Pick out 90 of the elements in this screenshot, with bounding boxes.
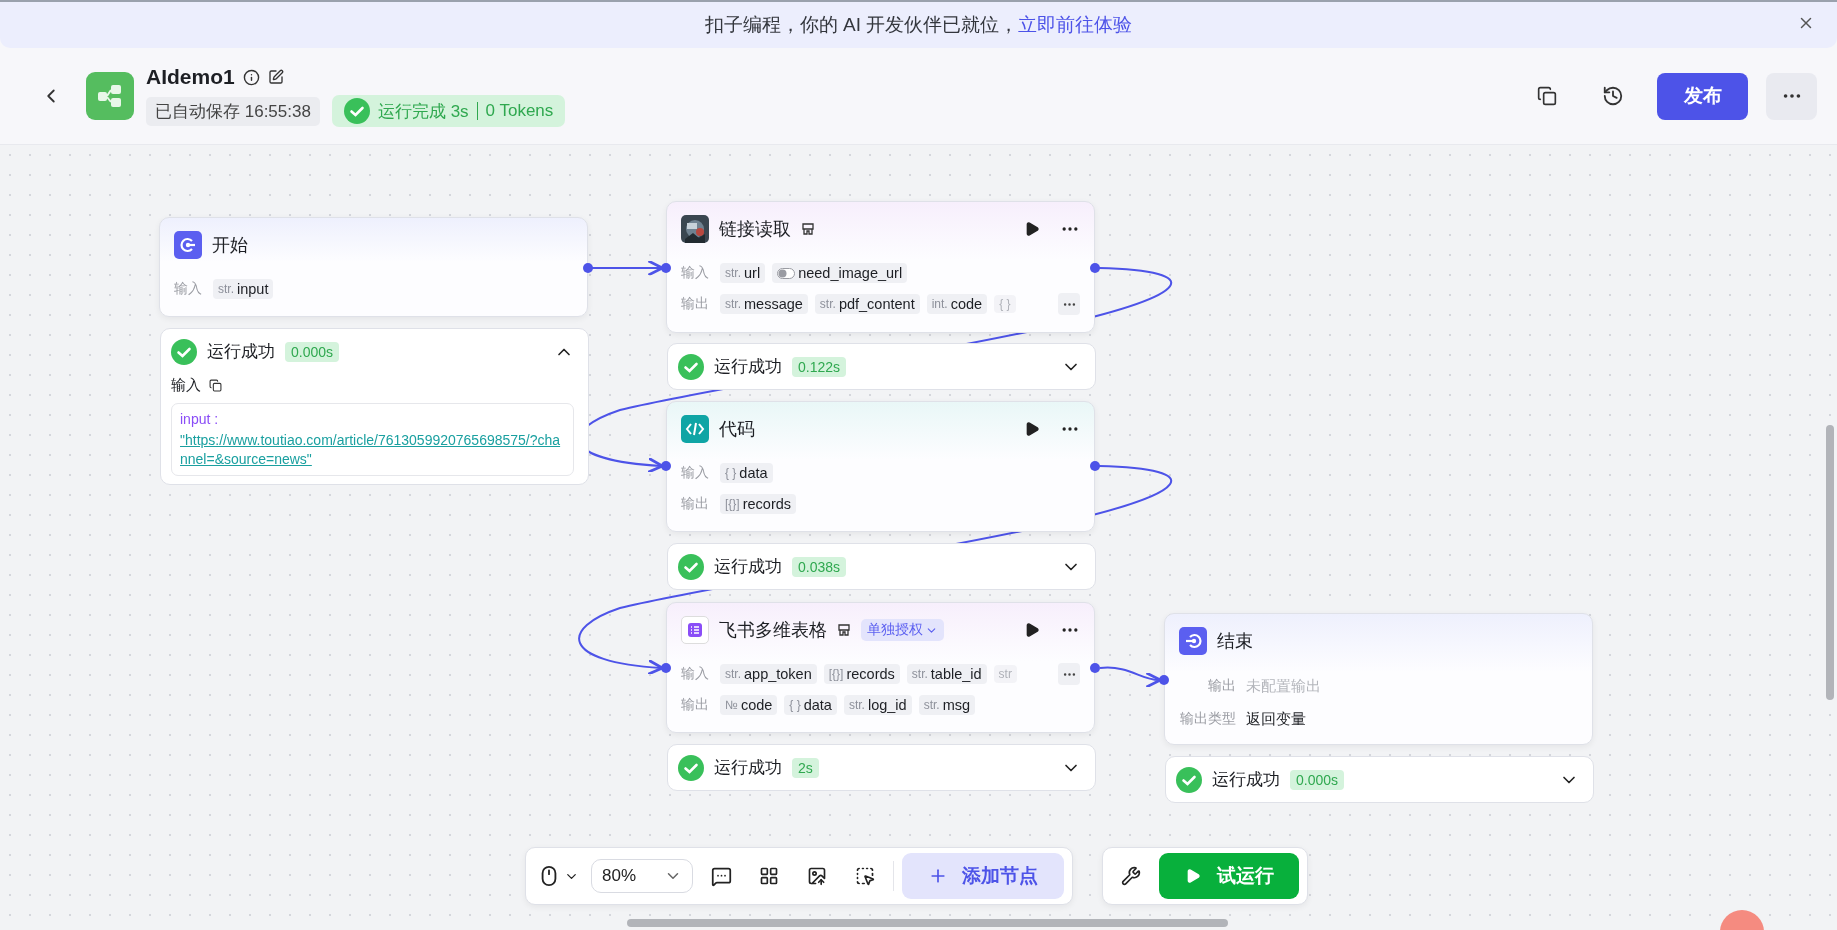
row-label: 输出: [681, 495, 710, 513]
end-icon: [1179, 627, 1207, 655]
row-label: 输入: [681, 464, 710, 482]
node-title: 代码: [719, 418, 755, 441]
success-icon: [678, 754, 704, 781]
input-port[interactable]: [661, 663, 671, 673]
horizontal-scrollbar[interactable]: [627, 919, 1228, 927]
success-icon: [1176, 766, 1202, 793]
output-port[interactable]: [1090, 263, 1100, 273]
play-icon[interactable]: [1024, 421, 1040, 437]
parameter-tag: [{}] records: [720, 494, 797, 514]
input-port[interactable]: [661, 461, 671, 471]
banner-text: 扣子编程，你的 AI 开发伙伴已就位，: [704, 13, 1019, 37]
success-icon: [343, 98, 370, 124]
success-icon: [678, 353, 704, 380]
parameter-tag: str. table_id: [906, 664, 987, 684]
field-label: 输出类型: [1179, 710, 1236, 728]
info-icon[interactable]: [242, 68, 260, 86]
time-tag: 0.000s: [1290, 769, 1345, 790]
parameter-tag: № code: [720, 695, 778, 715]
output-port[interactable]: [583, 263, 593, 273]
field-label: 输出: [1207, 677, 1236, 695]
success-icon: [678, 553, 704, 580]
parameter-tag: str. app_token: [720, 664, 817, 684]
node-title: 飞书多维表格: [719, 619, 827, 642]
output-port[interactable]: [1090, 663, 1100, 673]
time-tag: 0.000s: [285, 341, 340, 362]
parameter-tag: str. url: [720, 263, 766, 283]
run-status: 运行成功: [207, 341, 275, 363]
copy-icon[interactable]: [209, 379, 222, 392]
token-count: 0 Tokens: [485, 101, 554, 121]
success-icon: [171, 338, 197, 365]
run-status: 运行成功: [714, 356, 782, 378]
node-card[interactable]: 飞书多维表格 单独授权 输入 str. app_token [{}] records str. table_id str 输出 № code { } data str. log_id str. msg: [666, 602, 1095, 733]
run-status: 运行成功: [714, 556, 782, 578]
row-label: 输入: [681, 264, 710, 282]
row-label: 输入: [174, 280, 203, 298]
play-icon[interactable]: [1024, 622, 1040, 638]
plugin-icon: [801, 222, 815, 236]
code-icon: [681, 415, 709, 443]
node-card[interactable]: 开始 输入 str. input: [159, 217, 588, 317]
workflow-icon: [86, 72, 134, 120]
parameter-tag: str. message: [720, 294, 808, 314]
zoom-select[interactable]: 80%: [591, 859, 693, 893]
node-title: 开始: [212, 234, 248, 257]
plugin-icon: [837, 623, 851, 637]
row-label: 输出: [681, 696, 710, 714]
auth-dropdown[interactable]: 单独授权: [861, 619, 944, 641]
field-value: 返回变量: [1246, 709, 1306, 729]
parameter-tag: [{}] records: [823, 664, 900, 684]
node-title: 链接读取: [719, 218, 791, 241]
publish-button[interactable]: 发布: [1657, 72, 1748, 120]
toggle-icon: [777, 267, 796, 279]
play-icon[interactable]: [1024, 221, 1040, 237]
run-status-text: 运行完成 3s: [377, 100, 469, 123]
edit-icon[interactable]: [267, 69, 284, 85]
parameter-tag: { } data: [720, 463, 773, 483]
output-port[interactable]: [1090, 461, 1100, 471]
time-tag: 0.038s: [792, 556, 847, 577]
parameter-tag: str. log_id: [843, 695, 912, 715]
row-label: 输出: [681, 295, 710, 313]
key-text: input :: [180, 410, 220, 429]
time-tag: 0.122s: [792, 356, 847, 377]
node-title: 结束: [1217, 630, 1253, 653]
banner-link[interactable]: 立即前往体验: [1018, 12, 1133, 38]
parameter-tag: str: [993, 665, 1017, 683]
parameter-tag: str. pdf_content: [814, 294, 920, 314]
input-port[interactable]: [661, 263, 671, 273]
table-icon: [681, 616, 709, 644]
start-icon: [174, 231, 202, 259]
input-port[interactable]: [1159, 675, 1169, 685]
run-status: 运行成功: [1212, 769, 1280, 791]
add-node-button[interactable]: 添加节点: [902, 853, 1064, 899]
parameter-tag: str. input: [213, 279, 274, 299]
section-label: 输入: [171, 376, 201, 395]
placeholder-text: 未配置输出: [1246, 676, 1321, 696]
row-label: 输入: [681, 665, 710, 683]
time-tag: 2s: [792, 757, 819, 778]
parameter-tag: need_image_url: [772, 263, 908, 283]
node-card[interactable]: 代码 输入 { } data 输出 [{}] records: [666, 401, 1095, 532]
vertical-scrollbar[interactable]: [1826, 425, 1834, 700]
autosave-status: 已自动保存 16:55:38: [146, 96, 320, 126]
parameter-tag: { } data: [784, 695, 837, 715]
parameter-tag: int. code: [926, 294, 988, 314]
parameter-tag: { }: [994, 295, 1016, 313]
parameter-tag: str. msg: [918, 695, 976, 715]
node-card[interactable]: 链接读取 输入 str. url need_image_url 输出 str. message str. pdf_content int. code { }: [666, 201, 1095, 333]
run-status: 运行成功: [714, 757, 782, 779]
node-card[interactable]: 结束 输出 未配置输出 输出类型 返回变量: [1164, 613, 1593, 745]
workflow-title: AIdemo1: [146, 65, 235, 89]
